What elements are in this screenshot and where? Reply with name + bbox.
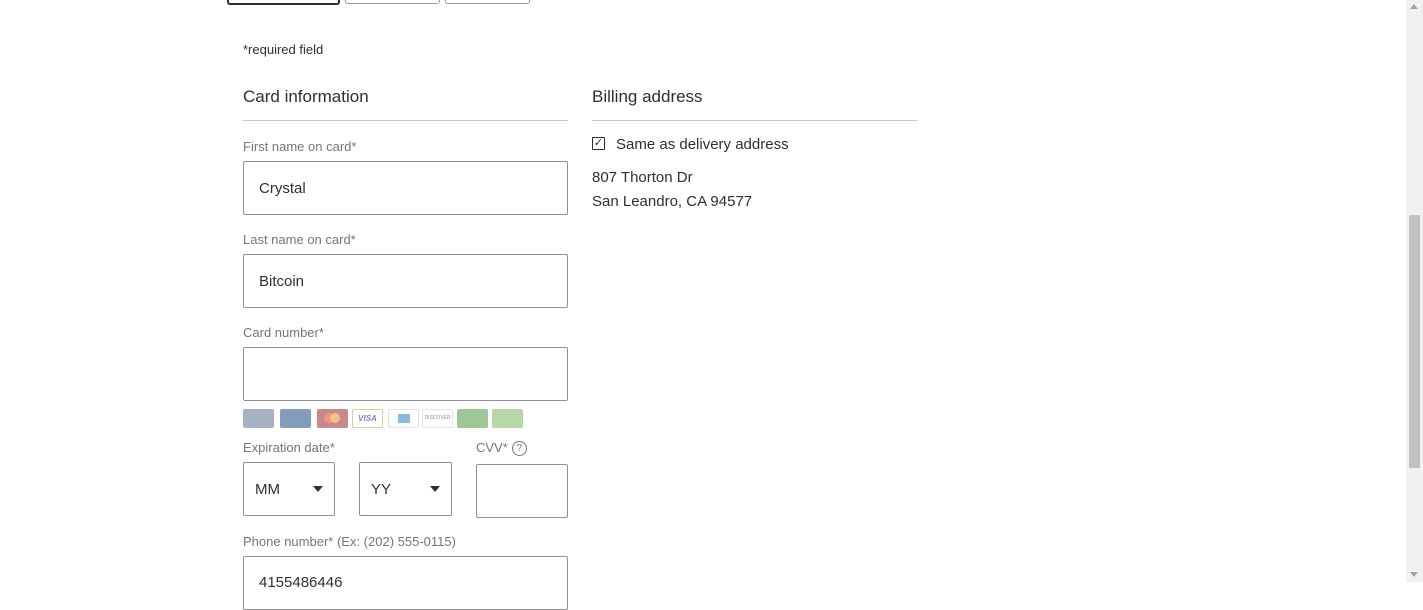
walmart-credit-card-icon	[243, 409, 274, 428]
last-name-label: Last name on card*	[243, 232, 356, 247]
discover-icon: DISCOVER	[422, 409, 453, 428]
last-name-input[interactable]: Bitcoin	[243, 254, 568, 308]
card-number-label: Card number*	[243, 325, 324, 340]
first-name-input[interactable]: Crystal	[243, 161, 568, 215]
chevron-down-icon	[313, 486, 323, 492]
walmart-mastercard-icon	[280, 409, 311, 428]
expiration-month-select[interactable]: MM	[243, 462, 335, 516]
expiration-date-label: Expiration date*	[243, 440, 335, 455]
billing-address-line1: 807 Thorton Dr	[592, 169, 693, 186]
phone-number-value: 4155486446	[259, 574, 343, 591]
scroll-up-arrow-icon[interactable]	[1410, 4, 1418, 9]
same-as-delivery-label[interactable]: Same as delivery address	[616, 136, 789, 153]
tab-option-3[interactable]	[445, 0, 530, 4]
expiration-year-select[interactable]: YY	[359, 462, 452, 516]
amex-icon	[388, 409, 419, 428]
first-name-value: Crystal	[259, 179, 306, 197]
card-number-input[interactable]	[243, 347, 568, 401]
green-card-2-icon	[492, 409, 523, 428]
card-information-title: Card information	[243, 87, 369, 106]
billing-section-divider	[592, 120, 917, 121]
tab-option-2[interactable]	[345, 0, 440, 4]
cvv-label-row: CVV*?	[476, 440, 527, 457]
card-section-divider	[243, 120, 568, 121]
scrollbar-thumb[interactable]	[1409, 215, 1420, 468]
tab-credit-card[interactable]	[227, 0, 340, 5]
question-circle-icon[interactable]: ?	[511, 441, 527, 457]
expiration-month-value: MM	[255, 480, 280, 498]
phone-number-label: Phone number* (Ex: (202) 555-0115)	[243, 534, 456, 549]
chevron-down-icon	[430, 486, 440, 492]
last-name-value: Bitcoin	[259, 272, 305, 290]
checkmark-icon: ✓	[593, 137, 604, 149]
cvv-input[interactable]	[476, 464, 568, 518]
expiration-year-value: YY	[371, 480, 392, 498]
visa-icon: VISA	[352, 409, 383, 428]
same-as-delivery-checkbox[interactable]: ✓	[592, 137, 605, 150]
phone-number-input[interactable]: 4155486446	[243, 556, 568, 610]
cvv-label: CVV*	[476, 440, 508, 455]
scroll-down-arrow-icon[interactable]	[1410, 572, 1418, 577]
billing-address-title: Billing address	[592, 87, 703, 106]
billing-address-line2: San Leandro, CA 94577	[592, 193, 753, 210]
mastercard-icon	[317, 409, 348, 428]
required-field-note: *required field	[243, 42, 324, 57]
green-card-icon	[457, 409, 488, 428]
first-name-label: First name on card*	[243, 139, 357, 154]
